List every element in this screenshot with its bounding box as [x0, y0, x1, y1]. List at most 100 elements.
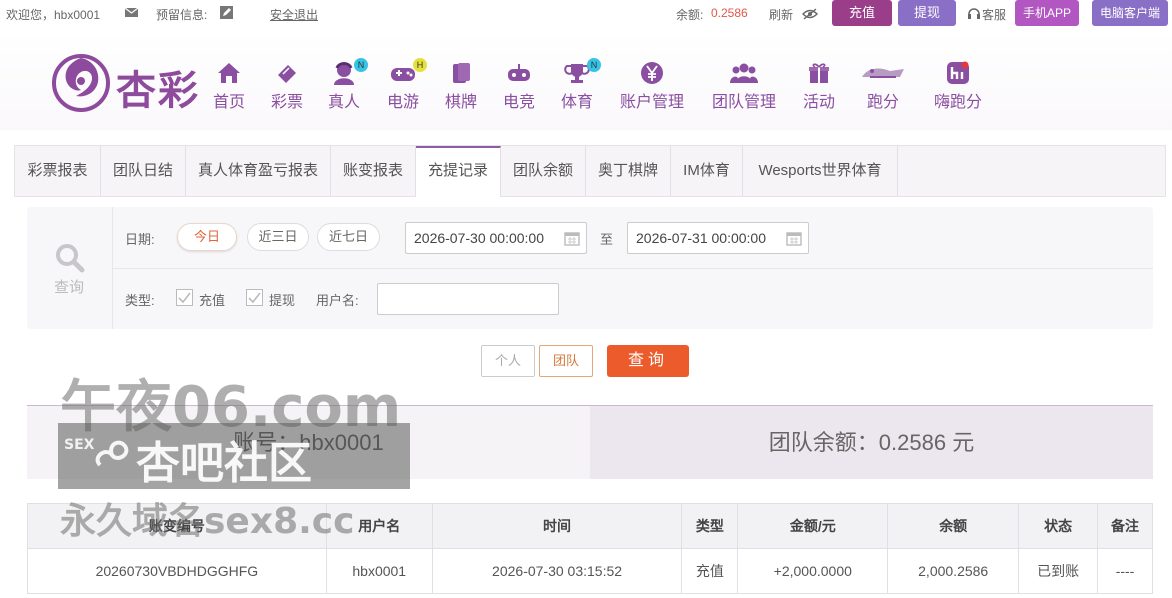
- gift-icon: [809, 63, 829, 83]
- reserved-info-label: 预留信息:: [156, 8, 208, 22]
- tab-account-changes[interactable]: 账变报表: [331, 146, 416, 197]
- cell-remark: ----: [1097, 548, 1153, 594]
- nav-team[interactable]: 团队管理: [709, 60, 779, 112]
- cell-txn-id: 20260730VBDHDGGHFG: [27, 548, 327, 594]
- refresh-label[interactable]: 刷新: [769, 6, 793, 23]
- nav-esports[interactable]: 电竞: [501, 60, 537, 112]
- table-header-row: 账变编号 用户名 时间 类型 金额/元 余额 状态 备注: [27, 503, 1153, 549]
- nav-hi-running-score[interactable]: 嗨跑分: [932, 60, 984, 112]
- nav-running-score[interactable]: 跑分: [858, 60, 908, 112]
- deposit-checkbox[interactable]: [176, 289, 193, 306]
- today-button[interactable]: 今日: [177, 223, 237, 251]
- cell-username: hbx0001: [325, 548, 433, 594]
- balance-value: 0.2586: [711, 6, 748, 20]
- balance-label: 余额:: [676, 8, 704, 22]
- tab-team-daily[interactable]: 团队日结: [101, 146, 186, 197]
- records-table: 账变编号 用户名 时间 类型 金额/元 余额 状态 备注 20260730VBD…: [27, 503, 1153, 594]
- nav-home[interactable]: 首页: [211, 60, 247, 112]
- tab-wesports[interactable]: Wesports世界体育: [743, 146, 898, 197]
- deposit-button[interactable]: 充值: [832, 0, 892, 26]
- personal-button[interactable]: 个人: [481, 345, 535, 377]
- cell-status: 已到账: [1018, 548, 1099, 594]
- report-tabs: 彩票报表 团队日结 真人体育盈亏报表 账变报表 充提记录 团队余额 奥丁棋牌 I…: [14, 145, 1166, 197]
- tab-team-balance[interactable]: 团队余额: [501, 146, 586, 197]
- badge-new: N: [587, 58, 601, 72]
- tab-live-sports-pnl[interactable]: 真人体育盈亏报表: [186, 146, 331, 197]
- nav-promotions[interactable]: 活动: [801, 60, 837, 112]
- team-button[interactable]: 团队: [539, 345, 593, 377]
- badge-new: N: [354, 58, 368, 72]
- ticket-icon: [278, 65, 296, 83]
- query-side-label: 查询: [54, 279, 85, 296]
- type-label: 类型:: [125, 293, 155, 308]
- tab-odin-cards[interactable]: 奥丁棋牌: [586, 146, 671, 197]
- headset-icon[interactable]: [968, 8, 980, 22]
- customer-service-link[interactable]: 客服: [982, 6, 1006, 23]
- logo-emblem-icon: [52, 54, 110, 112]
- welcome-text: 欢迎您，hbx0001: [6, 8, 101, 22]
- col-time: 时间: [431, 503, 683, 549]
- cell-amount: +2,000.0000: [737, 548, 889, 594]
- team-balance: 团队余额：0.2586 元: [590, 406, 1153, 479]
- cell-type: 充值: [681, 548, 739, 594]
- team-icon: [730, 63, 758, 83]
- col-amount: 金额/元: [737, 503, 889, 549]
- check-icon: [178, 292, 191, 304]
- mail-icon[interactable]: [124, 7, 139, 21]
- eye-off-icon[interactable]: [802, 8, 818, 23]
- running-icon: [862, 68, 904, 78]
- last-3-days-button[interactable]: 近三日: [247, 223, 309, 251]
- pc-client-button[interactable]: 电脑客户端: [1092, 0, 1168, 26]
- col-txn-id: 账变编号: [27, 503, 327, 549]
- top-bar: 欢迎您，hbx0001 预留信息: 安全退出 余额: 0.2586 刷新 充值 …: [0, 0, 1172, 28]
- table-row: 20260730VBDHDGGHFG hbx0001 2026-07-30 03…: [27, 548, 1153, 594]
- nav-lottery[interactable]: 彩票: [269, 60, 305, 112]
- col-type: 类型: [681, 503, 739, 549]
- account-name: 账号：hbx0001: [233, 430, 384, 455]
- tab-im-sports[interactable]: IM体育: [671, 146, 743, 197]
- esports-icon: [508, 64, 530, 81]
- date-label: 日期:: [125, 232, 155, 247]
- to-label: 至: [600, 232, 614, 247]
- nav-cards[interactable]: 棋牌: [443, 60, 479, 112]
- calendar-icon: [786, 232, 802, 246]
- tab-deposit-withdraw[interactable]: 充提记录: [416, 146, 501, 197]
- logout-link[interactable]: 安全退出: [270, 6, 318, 23]
- username-input[interactable]: [377, 283, 559, 315]
- withdraw-button[interactable]: 提现: [898, 0, 956, 26]
- cards-icon: [453, 63, 470, 83]
- account-summary: 账号：hbx0001 团队余额：0.2586 元: [27, 405, 1153, 479]
- username-label: 用户名:: [316, 293, 359, 308]
- check-icon: [248, 292, 261, 304]
- col-remark: 备注: [1097, 503, 1153, 549]
- nav-sports[interactable]: N 体育: [559, 58, 601, 112]
- cell-balance: 2,000.2586: [887, 548, 1020, 594]
- edit-icon[interactable]: [220, 6, 233, 22]
- end-date-input[interactable]: 2026-07-31 00:00:00: [627, 222, 809, 254]
- cell-time: 2026-07-30 03:15:52: [431, 548, 683, 594]
- tab-lottery-report[interactable]: 彩票报表: [15, 146, 101, 197]
- query-side: 查询: [27, 207, 113, 329]
- col-balance: 余额: [887, 503, 1020, 549]
- yen-icon: [641, 62, 663, 84]
- nav-live[interactable]: N 真人: [326, 58, 368, 112]
- badge-hot: H: [413, 58, 427, 72]
- mobile-app-button[interactable]: 手机APP: [1015, 0, 1079, 26]
- home-icon: [218, 63, 240, 83]
- calendar-icon: [564, 232, 580, 246]
- nav-egames[interactable]: H 电游: [385, 58, 427, 112]
- col-status: 状态: [1018, 503, 1099, 549]
- nav-account[interactable]: 账户管理: [617, 60, 687, 112]
- site-logo[interactable]: 杏彩: [50, 52, 210, 116]
- last-7-days-button[interactable]: 近七日: [317, 223, 380, 251]
- main-header: 杏彩 首页 彩票 N 真人 H 电游 棋牌 电竞 N 体育 账户管理 团队管理: [0, 30, 1172, 130]
- deposit-checkbox-label: 充值: [199, 293, 226, 308]
- search-button[interactable]: 查询: [607, 345, 689, 377]
- col-username: 用户名: [325, 503, 433, 549]
- row-divider: [113, 268, 1153, 269]
- withdraw-checkbox[interactable]: [246, 289, 263, 306]
- withdraw-checkbox-label: 提现: [269, 293, 296, 308]
- query-panel: 查询 日期: 今日 近三日 近七日 2026-07-30 00:00:00 至 …: [27, 207, 1153, 329]
- start-date-input[interactable]: 2026-07-30 00:00:00: [405, 222, 587, 254]
- hi-icon: [947, 61, 969, 84]
